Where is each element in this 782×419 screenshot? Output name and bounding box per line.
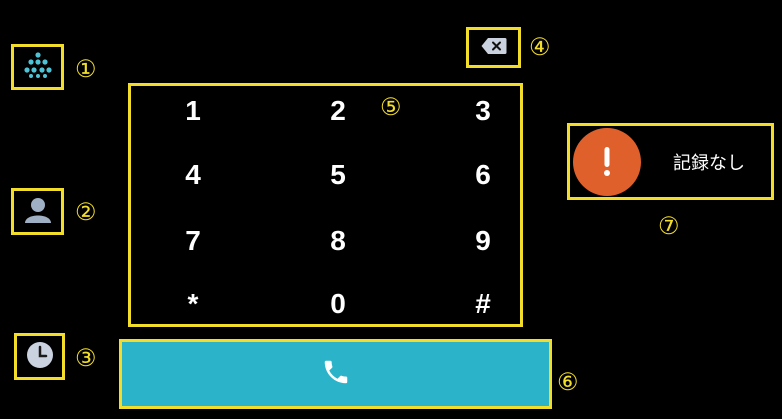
contacts-marker: ② — [75, 198, 97, 226]
history-tab-button[interactable] — [14, 333, 65, 380]
contacts-icon — [23, 196, 53, 228]
call-marker: ⑥ — [557, 368, 579, 396]
dialpad-tab-button[interactable] — [11, 44, 64, 90]
backspace-icon — [481, 37, 507, 59]
key-6[interactable]: 6 — [453, 155, 513, 195]
backspace-marker: ④ — [529, 33, 551, 61]
key-hash[interactable]: # — [453, 284, 513, 324]
key-0[interactable]: 0 — [308, 284, 368, 324]
key-3[interactable]: 3 — [453, 91, 513, 131]
call-history-panel: 記録なし — [567, 123, 774, 200]
dialpad-marker: ① — [75, 55, 97, 83]
key-9[interactable]: 9 — [453, 221, 513, 261]
key-2[interactable]: 2 — [308, 91, 368, 131]
key-1[interactable]: 1 — [163, 91, 223, 131]
history-icon — [25, 340, 55, 374]
dialpad-icon — [23, 52, 53, 82]
key-5[interactable]: 5 — [308, 155, 368, 195]
keypad-marker: ⑤ — [380, 93, 402, 121]
key-7[interactable]: 7 — [163, 221, 223, 261]
no-records-text: 記録なし — [673, 152, 745, 174]
call-button[interactable] — [119, 339, 552, 409]
backspace-button[interactable] — [466, 27, 521, 68]
history-panel-marker: ⑦ — [658, 212, 680, 240]
keypad: 1 2 3 4 5 6 7 8 9 * 0 # — [128, 83, 523, 327]
phone-icon — [321, 357, 351, 391]
key-4[interactable]: 4 — [163, 155, 223, 195]
key-8[interactable]: 8 — [308, 221, 368, 261]
alert-icon — [573, 127, 641, 196]
history-marker: ③ — [75, 344, 97, 372]
key-star[interactable]: * — [163, 284, 223, 324]
contacts-tab-button[interactable] — [11, 188, 64, 235]
